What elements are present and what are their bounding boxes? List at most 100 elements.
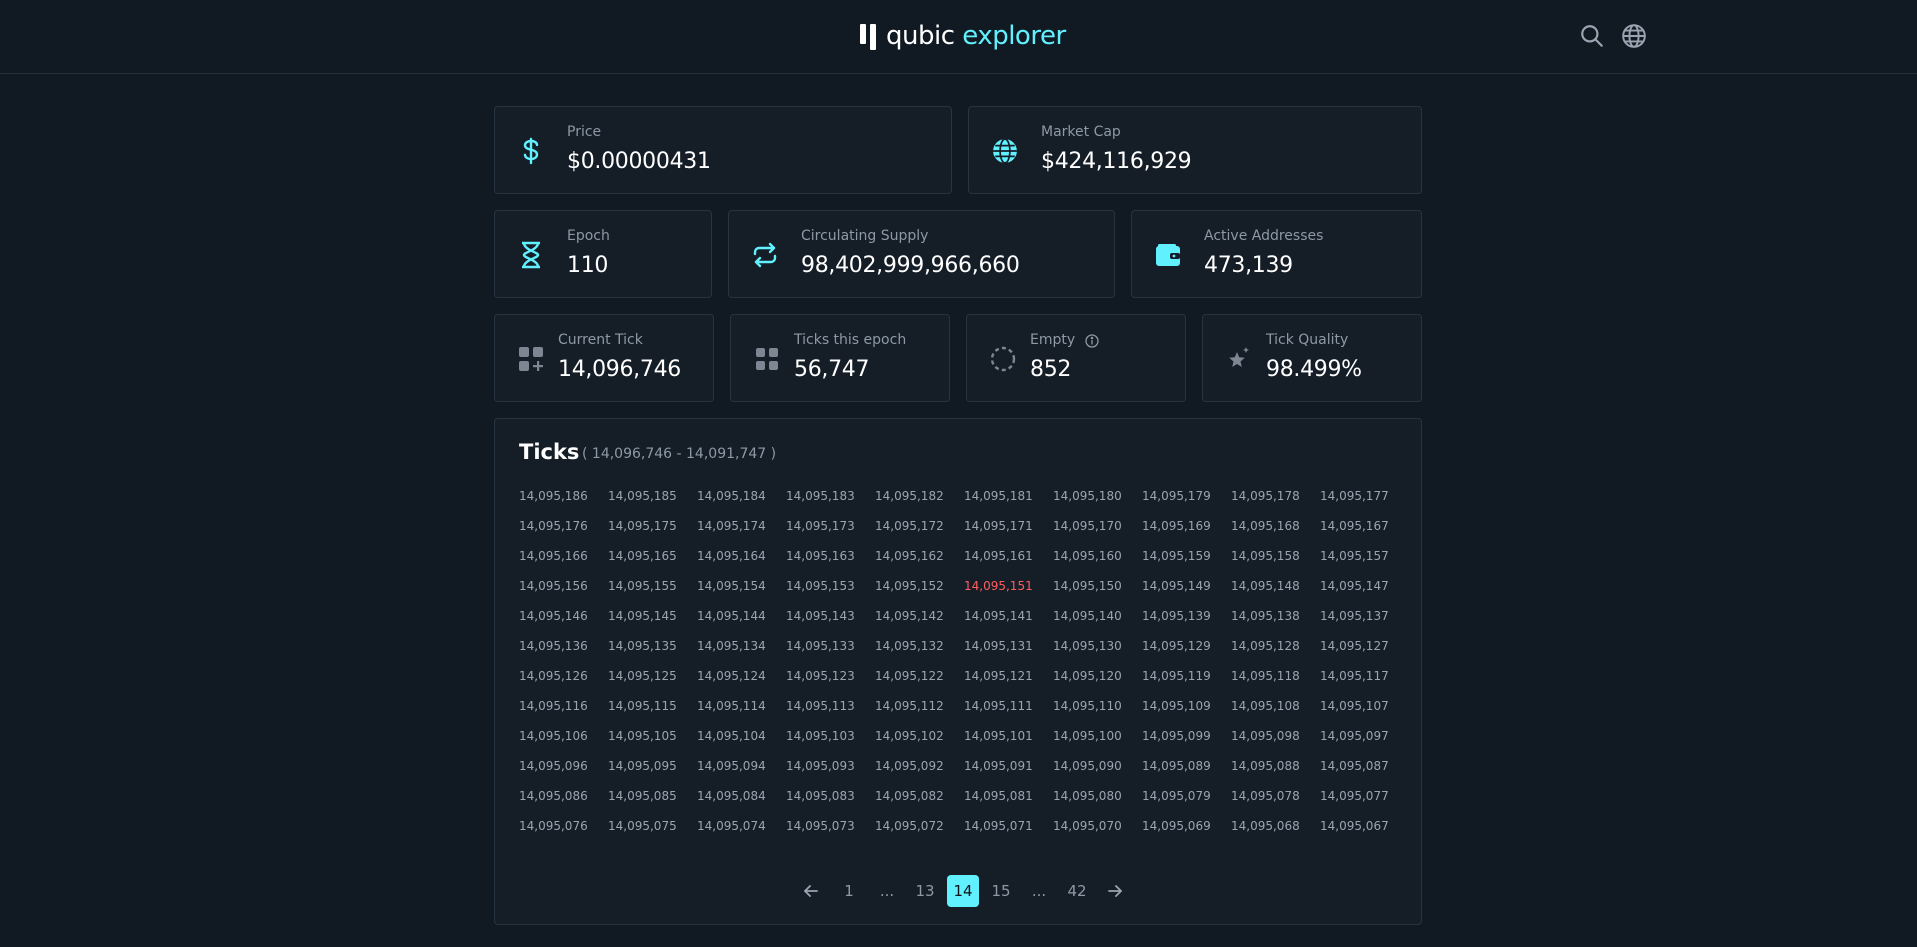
tick-link[interactable]: 14,095,072	[875, 811, 964, 841]
tick-link[interactable]: 14,095,078	[1231, 781, 1320, 811]
tick-link[interactable]: 14,095,132	[875, 631, 964, 661]
arrow-left-icon[interactable]	[795, 875, 827, 907]
tick-link[interactable]: 14,095,086	[519, 781, 608, 811]
tick-link[interactable]: 14,095,177	[1320, 481, 1409, 511]
tick-link[interactable]: 14,095,106	[519, 721, 608, 751]
tick-link[interactable]: 14,095,108	[1231, 691, 1320, 721]
info-icon[interactable]	[1085, 333, 1101, 349]
tick-link[interactable]: 14,095,139	[1142, 601, 1231, 631]
tick-link[interactable]: 14,095,181	[964, 481, 1053, 511]
tick-link[interactable]: 14,095,092	[875, 751, 964, 781]
tick-link[interactable]: 14,095,185	[608, 481, 697, 511]
tick-link[interactable]: 14,095,084	[697, 781, 786, 811]
tick-link[interactable]: 14,095,079	[1142, 781, 1231, 811]
site-logo[interactable]: qubic explorer	[860, 20, 1066, 52]
tick-link[interactable]: 14,095,183	[786, 481, 875, 511]
tick-link[interactable]: 14,095,068	[1231, 811, 1320, 841]
tick-link[interactable]: 14,095,172	[875, 511, 964, 541]
tick-link[interactable]: 14,095,148	[1231, 571, 1320, 601]
tick-link[interactable]: 14,095,110	[1053, 691, 1142, 721]
tick-link[interactable]: 14,095,097	[1320, 721, 1409, 751]
page-button[interactable]: 1	[833, 875, 865, 907]
tick-link[interactable]: 14,095,111	[964, 691, 1053, 721]
tick-link[interactable]: 14,095,176	[519, 511, 608, 541]
tick-link[interactable]: 14,095,160	[1053, 541, 1142, 571]
tick-link[interactable]: 14,095,171	[964, 511, 1053, 541]
page-button[interactable]: 42	[1061, 875, 1093, 907]
tick-link[interactable]: 14,095,161	[964, 541, 1053, 571]
tick-link[interactable]: 14,095,117	[1320, 661, 1409, 691]
tick-link[interactable]: 14,095,149	[1142, 571, 1231, 601]
tick-link-empty[interactable]: 14,095,151	[964, 571, 1053, 601]
tick-link[interactable]: 14,095,116	[519, 691, 608, 721]
tick-link[interactable]: 14,095,113	[786, 691, 875, 721]
tick-link[interactable]: 14,095,076	[519, 811, 608, 841]
tick-link[interactable]: 14,095,073	[786, 811, 875, 841]
tick-link[interactable]: 14,095,138	[1231, 601, 1320, 631]
tick-link[interactable]: 14,095,141	[964, 601, 1053, 631]
tick-link[interactable]: 14,095,153	[786, 571, 875, 601]
tick-link[interactable]: 14,095,095	[608, 751, 697, 781]
tick-link[interactable]: 14,095,157	[1320, 541, 1409, 571]
tick-link[interactable]: 14,095,082	[875, 781, 964, 811]
tick-link[interactable]: 14,095,131	[964, 631, 1053, 661]
tick-link[interactable]: 14,095,133	[786, 631, 875, 661]
tick-link[interactable]: 14,095,127	[1320, 631, 1409, 661]
tick-link[interactable]: 14,095,112	[875, 691, 964, 721]
tick-link[interactable]: 14,095,069	[1142, 811, 1231, 841]
tick-link[interactable]: 14,095,146	[519, 601, 608, 631]
search-icon[interactable]	[1578, 22, 1606, 50]
tick-link[interactable]: 14,095,150	[1053, 571, 1142, 601]
tick-link[interactable]: 14,095,147	[1320, 571, 1409, 601]
tick-link[interactable]: 14,095,180	[1053, 481, 1142, 511]
tick-link[interactable]: 14,095,122	[875, 661, 964, 691]
tick-link[interactable]: 14,095,119	[1142, 661, 1231, 691]
tick-link[interactable]: 14,095,126	[519, 661, 608, 691]
page-button[interactable]: 15	[985, 875, 1017, 907]
tick-link[interactable]: 14,095,101	[964, 721, 1053, 751]
tick-link[interactable]: 14,095,186	[519, 481, 608, 511]
tick-link[interactable]: 14,095,164	[697, 541, 786, 571]
tick-link[interactable]: 14,095,184	[697, 481, 786, 511]
tick-link[interactable]: 14,095,081	[964, 781, 1053, 811]
tick-link[interactable]: 14,095,109	[1142, 691, 1231, 721]
tick-link[interactable]: 14,095,107	[1320, 691, 1409, 721]
tick-link[interactable]: 14,095,094	[697, 751, 786, 781]
tick-link[interactable]: 14,095,143	[786, 601, 875, 631]
tick-link[interactable]: 14,095,182	[875, 481, 964, 511]
tick-link[interactable]: 14,095,105	[608, 721, 697, 751]
tick-link[interactable]: 14,095,175	[608, 511, 697, 541]
page-button-current[interactable]: 14	[947, 875, 979, 907]
arrow-right-icon[interactable]	[1099, 875, 1131, 907]
tick-link[interactable]: 14,095,093	[786, 751, 875, 781]
tick-link[interactable]: 14,095,102	[875, 721, 964, 751]
tick-link[interactable]: 14,095,128	[1231, 631, 1320, 661]
tick-link[interactable]: 14,095,087	[1320, 751, 1409, 781]
tick-link[interactable]: 14,095,115	[608, 691, 697, 721]
tick-link[interactable]: 14,095,162	[875, 541, 964, 571]
tick-link[interactable]: 14,095,123	[786, 661, 875, 691]
tick-link[interactable]: 14,095,144	[697, 601, 786, 631]
tick-link[interactable]: 14,095,173	[786, 511, 875, 541]
tick-link[interactable]: 14,095,089	[1142, 751, 1231, 781]
tick-link[interactable]: 14,095,179	[1142, 481, 1231, 511]
tick-link[interactable]: 14,095,103	[786, 721, 875, 751]
tick-link[interactable]: 14,095,124	[697, 661, 786, 691]
language-globe-icon[interactable]	[1620, 22, 1648, 50]
tick-link[interactable]: 14,095,080	[1053, 781, 1142, 811]
tick-link[interactable]: 14,095,071	[964, 811, 1053, 841]
tick-link[interactable]: 14,095,135	[608, 631, 697, 661]
tick-link[interactable]: 14,095,167	[1320, 511, 1409, 541]
tick-link[interactable]: 14,095,130	[1053, 631, 1142, 661]
tick-link[interactable]: 14,095,077	[1320, 781, 1409, 811]
tick-link[interactable]: 14,095,158	[1231, 541, 1320, 571]
tick-link[interactable]: 14,095,070	[1053, 811, 1142, 841]
tick-link[interactable]: 14,095,152	[875, 571, 964, 601]
tick-link[interactable]: 14,095,129	[1142, 631, 1231, 661]
tick-link[interactable]: 14,095,100	[1053, 721, 1142, 751]
tick-link[interactable]: 14,095,075	[608, 811, 697, 841]
tick-link[interactable]: 14,095,136	[519, 631, 608, 661]
tick-link[interactable]: 14,095,168	[1231, 511, 1320, 541]
tick-link[interactable]: 14,095,159	[1142, 541, 1231, 571]
tick-link[interactable]: 14,095,156	[519, 571, 608, 601]
